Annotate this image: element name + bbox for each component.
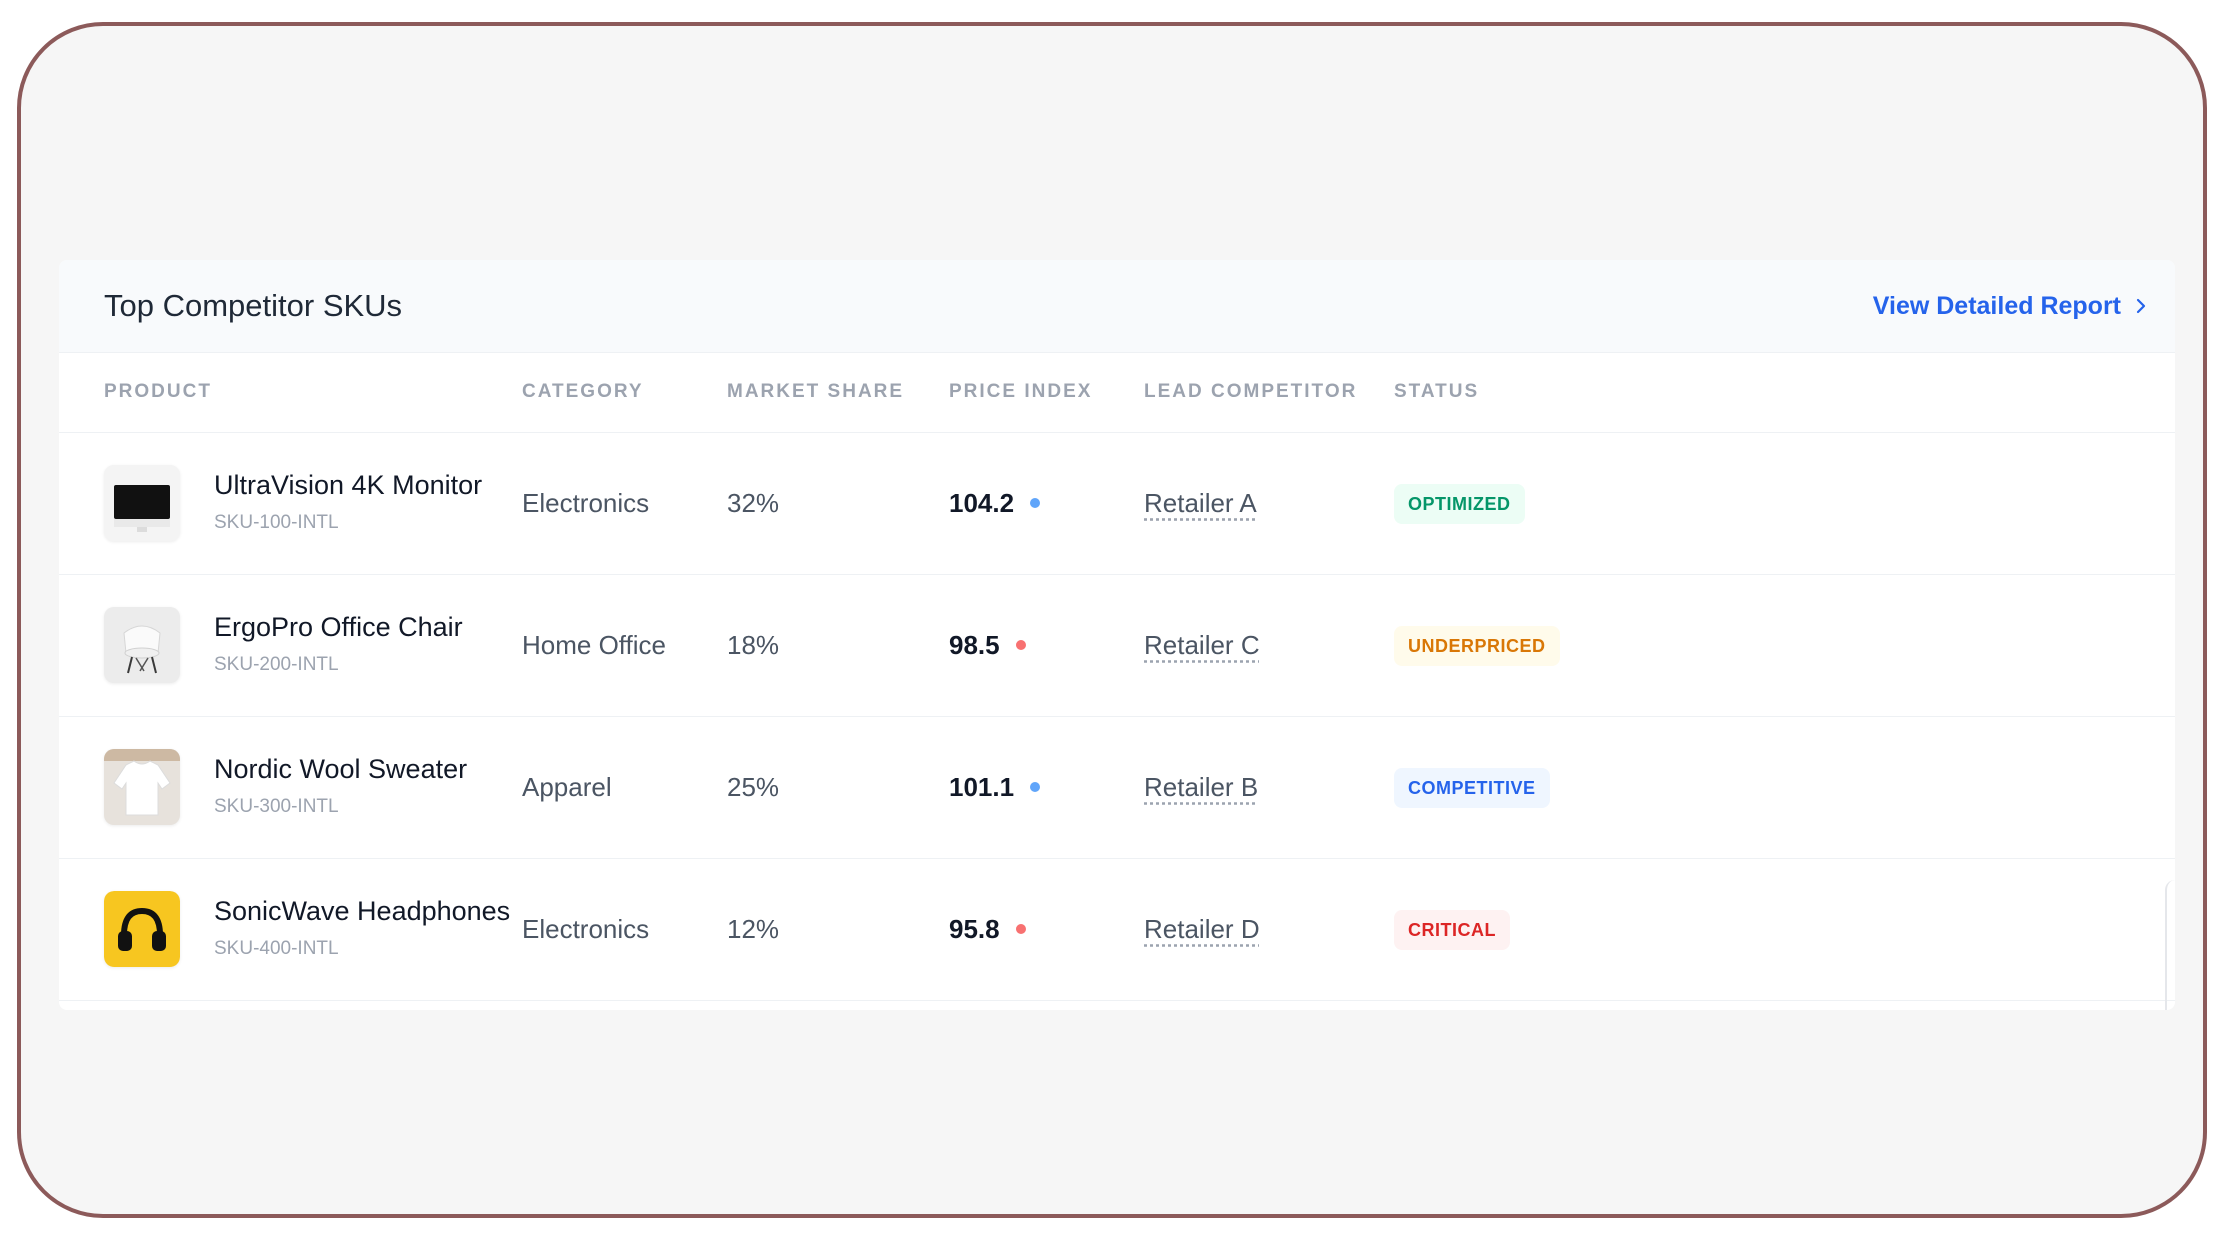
monitor-icon (104, 465, 180, 541)
status-badge: OPTIMIZED (1394, 484, 1525, 524)
table-row[interactable]: ErgoPro Office Chair SKU-200-INTL Home O… (59, 574, 2175, 717)
product-sku: SKU-400-INTL (214, 938, 339, 959)
price-index-value: 98.5 (949, 630, 1000, 660)
status-badge: COMPETITIVE (1394, 768, 1550, 808)
table-header: PRODUCT CATEGORY MARKET SHARE PRICE INDE… (59, 352, 2175, 433)
lead-competitor-link[interactable]: Retailer B (1144, 772, 1258, 802)
trend-dot-icon (1030, 498, 1041, 508)
product-name[interactable]: SonicWave Headphones (214, 896, 510, 927)
product-name[interactable]: Nordic Wool Sweater (214, 754, 467, 785)
market-share-cell: 25% (727, 772, 780, 802)
category-cell: Electronics (522, 488, 650, 518)
header-product[interactable]: PRODUCT (104, 352, 212, 432)
price-index-value: 104.2 (949, 488, 1015, 518)
view-report-label: View Detailed Report (1872, 291, 2121, 320)
market-share-cell: 12% (727, 914, 780, 944)
chevron-right-icon (2136, 298, 2146, 314)
status-badge: CRITICAL (1394, 910, 1510, 950)
lead-competitor-cell: Retailer A (1144, 432, 1257, 574)
price-index-value: 101.1 (949, 772, 1015, 802)
market-share-cell: 32% (727, 488, 780, 518)
chair-icon (104, 607, 180, 683)
price-index-cell: 95.8 (949, 858, 1026, 1000)
product-name[interactable]: ErgoPro Office Chair (214, 612, 463, 643)
price-index-value: 95.8 (949, 914, 1000, 944)
header-category[interactable]: CATEGORY (522, 352, 644, 432)
card-header: Top Competitor SKUs View Detailed Report (59, 260, 2175, 353)
price-index-cell: 98.5 (949, 574, 1026, 716)
header-lead-competitor[interactable]: LEAD COMPETITOR (1144, 352, 1357, 432)
lead-competitor-link[interactable]: Retailer A (1144, 488, 1257, 518)
header-status[interactable]: STATUS (1394, 352, 1479, 432)
product-sku: SKU-100-INTL (214, 512, 339, 533)
view-detailed-report-link[interactable]: View Detailed Report (1873, 260, 2149, 352)
trend-dot-icon (1030, 782, 1041, 792)
lead-competitor-link[interactable]: Retailer D (1144, 914, 1260, 944)
product-sku: SKU-300-INTL (214, 796, 339, 817)
header-price-index[interactable]: PRICE INDEX (949, 352, 1092, 432)
table-row[interactable]: UltraVision 4K Monitor SKU-100-INTL Elec… (59, 432, 2175, 575)
lead-competitor-link[interactable]: Retailer C (1144, 630, 1260, 660)
table-row[interactable]: SonicWave Headphones SKU-400-INTL Electr… (59, 858, 2175, 1001)
trend-dot-icon (1015, 924, 1026, 934)
category-cell: Home Office (522, 630, 667, 660)
headphones-icon (104, 891, 180, 967)
sweater-icon (104, 749, 180, 825)
product-name[interactable]: UltraVision 4K Monitor (214, 470, 482, 501)
table-row[interactable]: Nordic Wool Sweater SKU-300-INTL Apparel… (59, 716, 2175, 859)
lead-competitor-cell: Retailer D (1144, 858, 1260, 1000)
lead-competitor-cell: Retailer B (1144, 716, 1258, 858)
product-sku: SKU-200-INTL (214, 654, 339, 675)
price-index-cell: 101.1 (949, 716, 1041, 858)
market-share-cell: 18% (727, 630, 780, 660)
category-cell: Apparel (522, 772, 612, 802)
scrollbar[interactable] (2165, 880, 2175, 1010)
window-frame: Top Competitor SKUs View Detailed Report… (17, 22, 2207, 1218)
status-badge: UNDERPRICED (1394, 626, 1560, 666)
trend-dot-icon (1015, 640, 1026, 650)
lead-competitor-cell: Retailer C (1144, 574, 1260, 716)
card-title: Top Competitor SKUs (104, 288, 403, 323)
category-cell: Electronics (522, 914, 650, 944)
competitor-skus-card: Top Competitor SKUs View Detailed Report… (59, 260, 2175, 1010)
price-index-cell: 104.2 (949, 432, 1041, 574)
header-market-share[interactable]: MARKET SHARE (727, 352, 904, 432)
